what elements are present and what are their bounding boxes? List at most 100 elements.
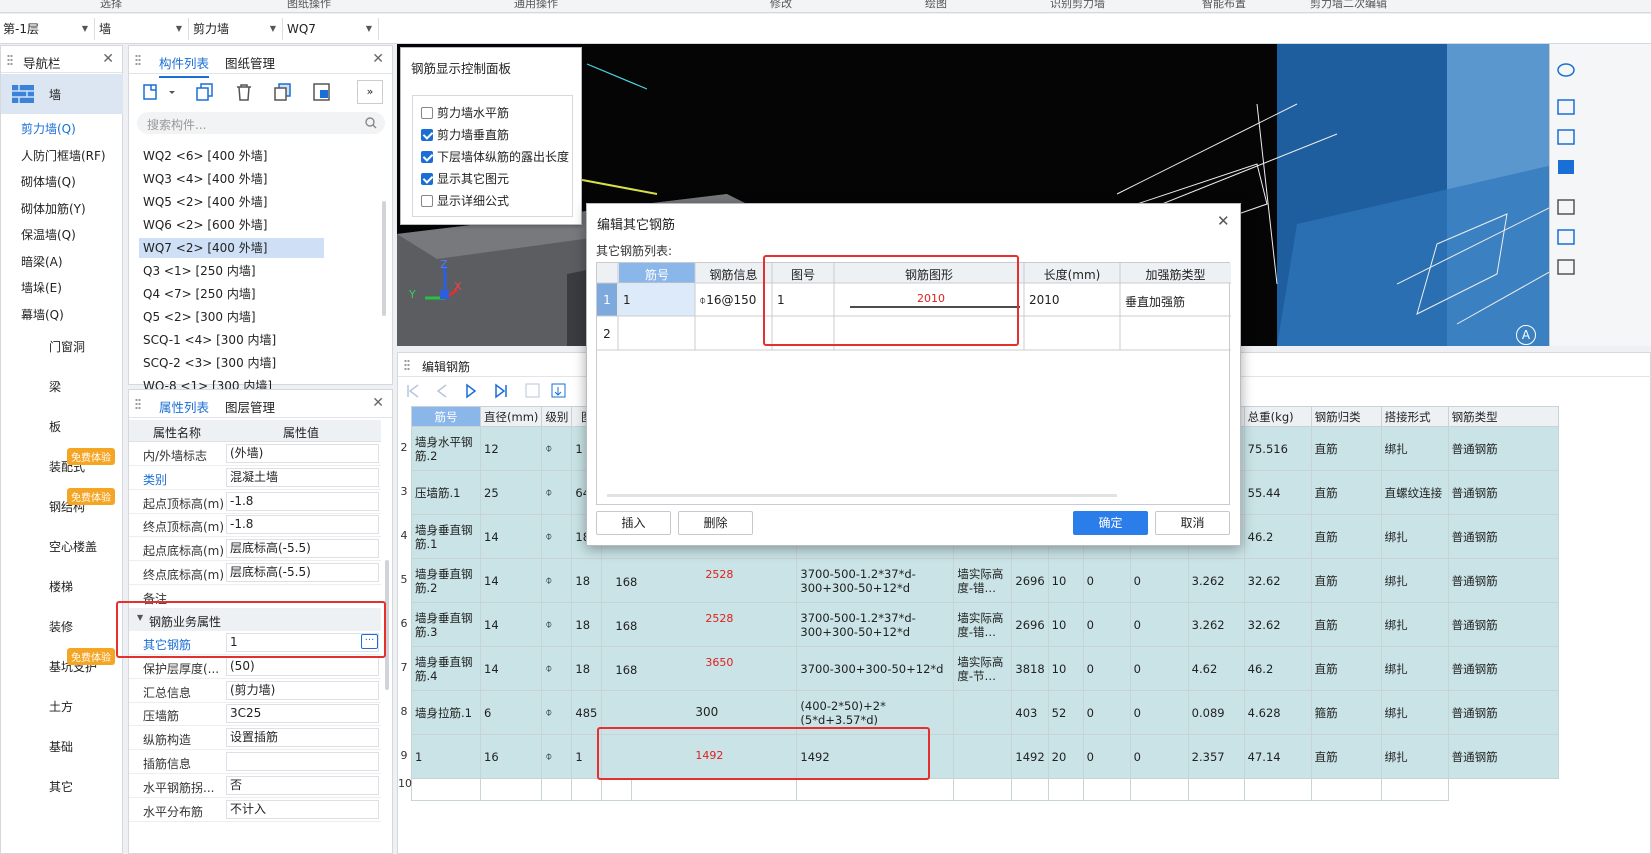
cell-cnt[interactable]: 52 <box>1047 690 1084 735</box>
display-option[interactable]: 剪力墙水平筋 <box>421 104 509 121</box>
cell-len[interactable]: 2696 <box>1011 602 1049 647</box>
cell-rebar-info[interactable]: ⌽16@150 <box>699 293 756 308</box>
nav-category[interactable]: 基础 <box>1 726 123 766</box>
scrollbar[interactable] <box>382 201 386 316</box>
cell-total[interactable]: 47.14 <box>1243 734 1312 779</box>
prop-value[interactable]: 层底标高(-5.5) <box>226 563 379 582</box>
close-icon[interactable]: ✕ <box>1217 212 1230 230</box>
component-item[interactable]: Q4 <7> [250 内墙] <box>139 284 324 304</box>
cell-cat[interactable]: 直筋 <box>1310 646 1382 691</box>
cell-cnt[interactable]: 20 <box>1047 734 1084 779</box>
cell-shape[interactable]: 168 2528 <box>601 558 798 603</box>
cell-type[interactable]: 普通钢筋 <box>1447 426 1559 471</box>
nav-item[interactable]: 砌体加筋(Y) <box>1 196 123 222</box>
cell-name[interactable]: 墙身水平钢筋.2 <box>411 426 481 471</box>
ribbon-identify-wall[interactable]: 识别剪力墙 <box>1050 0 1105 11</box>
cell-cnt[interactable]: 10 <box>1047 602 1084 647</box>
prop-value[interactable]: (外墙) <box>226 444 379 463</box>
cell-length[interactable]: 2010 <box>1029 293 1060 307</box>
cell-cat[interactable]: 直筋 <box>1310 470 1382 515</box>
display-option[interactable]: 显示详细公式 <box>421 192 509 209</box>
component-item[interactable]: Q3 <1> [250 内墙] <box>139 261 324 281</box>
cell-lap[interactable]: 绑扎 <box>1380 602 1449 647</box>
view-tool-icons[interactable] <box>1556 60 1576 280</box>
table-header[interactable]: 直径(mm) <box>479 406 543 427</box>
cell-cat[interactable]: 直筋 <box>1310 426 1382 471</box>
nav-category[interactable]: 梁 <box>1 366 123 406</box>
cell-a[interactable]: 0 <box>1082 690 1131 735</box>
search-icon[interactable] <box>365 117 377 129</box>
insert-button[interactable]: 插入 <box>596 511 671 535</box>
cell-w1[interactable]: 2.357 <box>1187 734 1245 779</box>
cell-cat[interactable]: 直筋 <box>1310 734 1382 779</box>
nav-category-wall[interactable]: 墙 <box>1 74 123 114</box>
compass-icon[interactable]: A <box>1516 325 1536 345</box>
cell-dia[interactable]: 16 <box>479 734 543 779</box>
table-row[interactable] <box>411 778 1559 801</box>
nav-category[interactable]: 其它 <box>1 766 123 806</box>
cell-name[interactable]: 压墙筋.1 <box>411 470 481 515</box>
cell-grade[interactable]: ⌽ <box>541 558 573 603</box>
nav-buttons[interactable] <box>404 383 604 399</box>
cell-grade[interactable]: ⌽ <box>541 426 573 471</box>
prop-value[interactable]: 混凝土墙 <box>226 467 379 487</box>
filter-icon[interactable] <box>312 82 332 102</box>
component-select[interactable]: WQ7 ▼ <box>284 18 379 40</box>
cell-dia[interactable]: 6 <box>479 690 543 735</box>
cell-b[interactable]: 0 <box>1129 734 1189 779</box>
cell-a[interactable]: 0 <box>1082 646 1131 691</box>
cell-dia[interactable]: 25 <box>479 470 543 515</box>
table-header[interactable]: 钢筋归类 <box>1310 406 1382 427</box>
cell-grade[interactable]: ⌽ <box>541 514 573 559</box>
cell-type[interactable]: 普通钢筋 <box>1447 690 1559 735</box>
cell-len[interactable]: 3818 <box>1011 646 1049 691</box>
cell-name[interactable]: 墙身垂直钢筋.4 <box>411 646 481 691</box>
table-header[interactable]: 筋号 <box>411 406 481 427</box>
nav-item[interactable]: 人防门框墙(RF) <box>1 143 123 169</box>
cell-name[interactable]: 1 <box>411 734 481 779</box>
cell-dia[interactable]: 12 <box>479 426 543 471</box>
tab-layers[interactable]: 图层管理 <box>225 397 275 416</box>
checkbox[interactable] <box>421 173 433 185</box>
nav-item[interactable]: 砌体墙(Q) <box>1 169 123 195</box>
nav-category[interactable]: 装配式 免费体验 <box>1 446 123 486</box>
table-header[interactable]: 总重(kg) <box>1243 406 1312 427</box>
new-component-icon[interactable] <box>142 82 178 102</box>
cell-grade[interactable]: ⌽ <box>541 646 573 691</box>
checkbox[interactable] <box>421 129 433 141</box>
cell-len[interactable]: 2696 <box>1011 558 1049 603</box>
grip-icon[interactable] <box>404 359 410 371</box>
cell-lap[interactable]: 绑扎 <box>1380 646 1449 691</box>
component-item[interactable]: SCQ-2 <3> [300 内墙] <box>139 353 324 373</box>
nav-category[interactable]: 楼梯 <box>1 566 123 606</box>
prop-value[interactable]: (50) <box>226 656 379 676</box>
cell-dia[interactable]: 14 <box>479 646 543 691</box>
checkbox[interactable] <box>421 151 433 163</box>
display-option[interactable]: 剪力墙垂直筋 <box>421 126 509 143</box>
ok-button[interactable]: 确定 <box>1073 511 1148 535</box>
cell-type[interactable]: 普通钢筋 <box>1447 602 1559 647</box>
cell-type[interactable]: 普通钢筋 <box>1447 470 1559 515</box>
cell-cat[interactable]: 直筋 <box>1310 558 1382 603</box>
cell-shape[interactable]: 168 2528 <box>601 602 798 647</box>
ribbon-select[interactable]: 选择 <box>100 0 122 11</box>
prop-value[interactable]: (剪力墙) <box>226 680 379 700</box>
cell-a[interactable]: 0 <box>1082 558 1131 603</box>
ribbon-drawing-ops[interactable]: 图纸操作 <box>287 0 331 11</box>
prop-value[interactable]: 否 <box>226 775 379 795</box>
cell-w1[interactable]: 0.089 <box>1187 690 1245 735</box>
grip-icon[interactable] <box>7 54 13 66</box>
ribbon-draw[interactable]: 绘图 <box>925 0 947 11</box>
checkbox[interactable] <box>421 107 433 119</box>
nav-item[interactable]: 幕墙(Q) <box>1 302 123 328</box>
nav-category[interactable]: 门窗洞 <box>1 326 123 366</box>
tab-component-list[interactable]: 构件列表 <box>159 53 210 78</box>
cell-formula[interactable]: 3700-300+300-50+12*d <box>796 646 955 691</box>
cell-grade[interactable]: ⌽ <box>541 602 573 647</box>
cell-type[interactable]: 普通钢筋 <box>1447 558 1559 603</box>
cell-fig[interactable]: 18 <box>571 558 603 603</box>
subtype-select[interactable]: 剪力墙 ▼ <box>190 18 283 40</box>
cell-len[interactable]: 403 <box>1011 690 1049 735</box>
grip-icon[interactable] <box>135 54 141 66</box>
cell-desc[interactable] <box>953 690 1013 735</box>
